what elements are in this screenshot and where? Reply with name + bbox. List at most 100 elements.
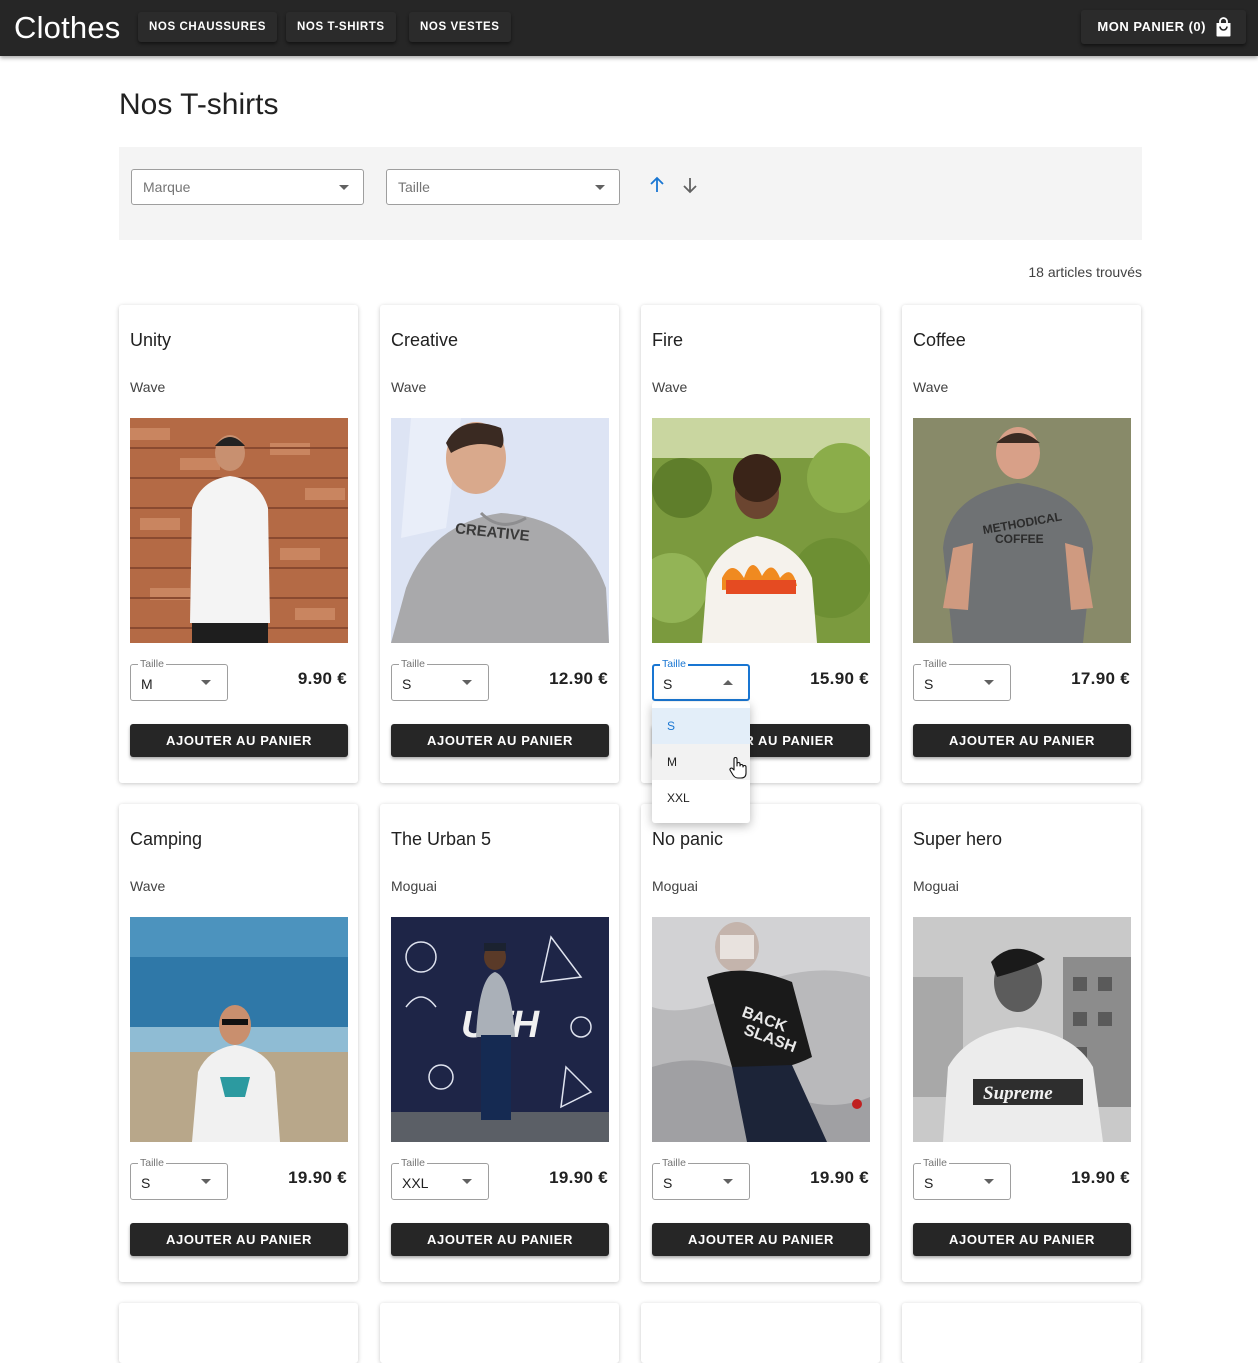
product-card bbox=[119, 1303, 358, 1363]
size-option-xxl[interactable]: XXL bbox=[652, 780, 750, 816]
size-select[interactable]: Taille S bbox=[391, 657, 489, 701]
product-price: 15.90 € bbox=[810, 669, 869, 688]
size-select-value: S bbox=[402, 676, 412, 692]
page-title: Nos T-shirts bbox=[119, 88, 279, 121]
brand-logo[interactable]: Clothes bbox=[14, 10, 121, 46]
product-brand: Wave bbox=[652, 379, 688, 395]
product-card: Coffee Wave METHODICAL COFFEE Taille S 1… bbox=[902, 305, 1141, 783]
size-select-value: XXL bbox=[402, 1175, 429, 1191]
product-name: No panic bbox=[652, 829, 724, 849]
size-select-label: Taille bbox=[138, 1156, 166, 1170]
size-select-label: Taille bbox=[399, 1156, 427, 1170]
product-photo[interactable] bbox=[130, 917, 348, 1142]
size-select-label: Taille bbox=[921, 657, 949, 671]
product-brand: Moguai bbox=[652, 878, 698, 894]
chevron-down-icon bbox=[339, 185, 349, 190]
chevron-down-icon bbox=[984, 680, 994, 685]
size-select-value: S bbox=[141, 1175, 151, 1191]
product-card: Unity Wave Taille M 9.90 € AJOUTER AU PA… bbox=[119, 305, 358, 783]
nav-tshirts-button[interactable]: NOS T-SHIRTS bbox=[286, 12, 396, 42]
product-name: Camping bbox=[130, 829, 203, 849]
size-select-value: M bbox=[141, 676, 153, 692]
product-price: 17.90 € bbox=[1071, 669, 1130, 688]
product-photo[interactable]: BACK SLASH bbox=[652, 917, 870, 1142]
chevron-down-icon bbox=[462, 1179, 472, 1184]
product-card: The Urban 5 Moguai UTH Taille XXL 19.90 … bbox=[380, 804, 619, 1282]
product-price: 9.90 € bbox=[297, 669, 347, 688]
product-photo[interactable]: UTH bbox=[391, 917, 609, 1142]
product-price: 19.90 € bbox=[288, 1168, 347, 1187]
arrow-down-icon bbox=[683, 178, 697, 194]
cart-label: MON PANIER (0) bbox=[1097, 19, 1206, 34]
product-photo[interactable] bbox=[130, 418, 348, 643]
size-select-label: Taille bbox=[399, 657, 427, 671]
size-select-label: Taille bbox=[660, 657, 688, 671]
product-brand: Wave bbox=[391, 379, 427, 395]
chevron-up-icon bbox=[723, 680, 733, 685]
sort-asc-button[interactable] bbox=[647, 175, 667, 195]
product-price: 19.90 € bbox=[549, 1168, 608, 1187]
product-name: Unity bbox=[130, 330, 172, 350]
size-select-label: Taille bbox=[138, 657, 166, 671]
size-select[interactable]: Taille XXL bbox=[391, 1156, 489, 1200]
product-name: The Urban 5 bbox=[391, 829, 492, 849]
add-to-cart-button[interactable]: AJOUTER AU PANIER bbox=[652, 1223, 870, 1256]
product-name: Coffee bbox=[913, 330, 966, 350]
product-brand: Wave bbox=[130, 379, 166, 395]
product-card: Creative Wave CREATIVE Taille S 12.90 € … bbox=[380, 305, 619, 783]
shopping-bag-icon bbox=[1215, 17, 1232, 37]
svg-text:Supreme: Supreme bbox=[983, 1083, 1053, 1104]
product-card bbox=[641, 1303, 880, 1363]
chevron-down-icon bbox=[462, 680, 472, 685]
chevron-down-icon bbox=[201, 680, 211, 685]
top-app-bar: Clothes NOS CHAUSSURES NOS T-SHIRTS NOS … bbox=[0, 0, 1258, 56]
sort-desc-button[interactable] bbox=[680, 175, 700, 195]
size-select[interactable]: Taille S bbox=[652, 1156, 750, 1200]
add-to-cart-button[interactable]: AJOUTER AU PANIER bbox=[913, 724, 1131, 757]
result-count: 18 articles trouvés bbox=[1028, 264, 1142, 280]
add-to-cart-button[interactable]: AJOUTER AU PANIER bbox=[391, 724, 609, 757]
product-brand: Moguai bbox=[391, 878, 437, 894]
size-select[interactable]: Taille S bbox=[130, 1156, 228, 1200]
product-photo[interactable]: Supreme bbox=[913, 917, 1131, 1142]
size-filter-placeholder: Taille bbox=[398, 179, 430, 195]
brand-filter-select[interactable]: Marque bbox=[131, 169, 364, 205]
product-photo[interactable]: METHODICAL COFFEE bbox=[913, 418, 1131, 643]
add-to-cart-button[interactable]: AJOUTER AU PANIER bbox=[391, 1223, 609, 1256]
chevron-down-icon bbox=[201, 1179, 211, 1184]
product-name: Fire bbox=[652, 330, 683, 350]
chevron-down-icon bbox=[723, 1179, 733, 1184]
size-filter-select[interactable]: Taille bbox=[386, 169, 620, 205]
product-photo[interactable]: CREATIVE bbox=[391, 418, 609, 643]
product-photo[interactable] bbox=[652, 418, 870, 643]
size-select-value: S bbox=[924, 1175, 934, 1191]
nav-shoes-button[interactable]: NOS CHAUSSURES bbox=[138, 12, 278, 42]
size-select-value: S bbox=[924, 676, 934, 692]
product-card bbox=[380, 1303, 619, 1363]
product-price: 19.90 € bbox=[1071, 1168, 1130, 1187]
add-to-cart-button[interactable]: AJOUTER AU PANIER bbox=[130, 1223, 348, 1256]
product-brand: Wave bbox=[913, 379, 949, 395]
product-price: 12.90 € bbox=[549, 669, 608, 688]
add-to-cart-button[interactable]: AJOUTER AU PANIER bbox=[913, 1223, 1131, 1256]
hand-pointer-icon bbox=[729, 756, 747, 780]
add-to-cart-button[interactable]: AJOUTER AU PANIER bbox=[130, 724, 348, 757]
svg-text:COFFEE: COFFEE bbox=[995, 532, 1044, 546]
nav-jackets-button[interactable]: NOS VESTES bbox=[409, 12, 511, 42]
size-select[interactable]: Taille S bbox=[913, 1156, 1011, 1200]
product-card bbox=[902, 1303, 1141, 1363]
size-select-label: Taille bbox=[921, 1156, 949, 1170]
size-option-s[interactable]: S bbox=[652, 708, 750, 744]
size-select[interactable]: Taille S bbox=[652, 657, 750, 701]
product-name: Creative bbox=[391, 330, 459, 350]
size-select-value: S bbox=[663, 676, 673, 692]
brand-filter-placeholder: Marque bbox=[143, 179, 191, 195]
product-card: No panic Moguai BACK SLASH Taille S 19.9… bbox=[641, 804, 880, 1282]
product-card: Camping Wave Taille S 19.90 € AJOUTER AU… bbox=[119, 804, 358, 1282]
size-select[interactable]: Taille M bbox=[130, 657, 228, 701]
chevron-down-icon bbox=[984, 1179, 994, 1184]
arrow-up-icon bbox=[650, 176, 664, 192]
size-select[interactable]: Taille S bbox=[913, 657, 1011, 701]
cart-button[interactable]: MON PANIER (0) bbox=[1081, 10, 1246, 44]
product-brand: Wave bbox=[130, 878, 166, 894]
